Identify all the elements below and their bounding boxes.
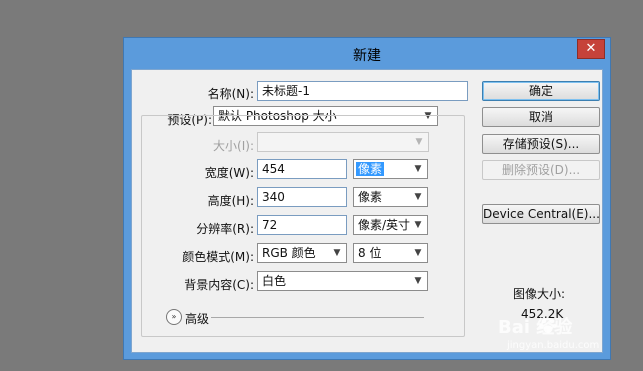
close-icon: ✕ [585,41,597,56]
resolution-label: 分辨率(R): [196,222,254,236]
chevron-down-icon: ▼ [414,220,422,230]
chevron-down-icon: ▼ [414,164,422,174]
name-input[interactable]: 未标题-1 [257,81,468,101]
width-unit-select[interactable]: 像素 ▼ [353,159,428,179]
color-mode-select[interactable]: RGB 颜色 ▼ [257,243,347,263]
height-input[interactable]: 340 [257,187,347,207]
name-label: 名称(N): [207,87,254,101]
bit-depth-select[interactable]: 8 位 ▼ [353,243,428,263]
resolution-unit-select[interactable]: 像素/英寸 ▼ [353,215,428,235]
resolution-input[interactable]: 72 [257,215,347,235]
size-label: 大小(I): [213,139,254,153]
width-label: 宽度(W): [204,166,254,180]
width-unit-value: 像素 [356,162,385,176]
expand-advanced-icon[interactable]: » [166,309,182,325]
advanced-divider [211,317,424,318]
chevron-down-icon: ▼ [414,248,422,258]
background-contents-value: 白色 [262,274,287,288]
color-mode-value: RGB 颜色 [262,246,316,260]
resolution-unit-value: 像素/英寸 [358,218,411,232]
watermark-url: jingyan.baidu.com [507,340,600,351]
save-preset-button[interactable]: 存储预设(S)... [482,134,600,154]
image-size-label: 图像大小: [513,287,566,301]
dialog-title: 新建 [353,48,381,64]
close-button[interactable]: ✕ [577,39,605,59]
height-unit-value: 像素 [358,190,383,204]
bit-depth-value: 8 位 [358,246,382,260]
cancel-button[interactable]: 取消 [482,107,600,127]
width-input[interactable]: 454 [257,159,347,179]
height-label: 高度(H): [207,194,254,208]
delete-preset-button: 删除预设(D)... [482,160,600,180]
chevron-down-icon: ▼ [414,192,422,202]
device-central-button[interactable]: Device Central(E)... [482,204,600,224]
background-contents-label: 背景内容(C): [184,278,254,292]
new-document-dialog: 新建 ✕ 名称(N): 未标题-1 预设(P): 默认 Photoshop 大小… [123,37,611,360]
title-bar[interactable]: 新建 ✕ [124,38,610,69]
size-select: ▼ [257,132,429,152]
chevron-down-icon: ▼ [414,276,422,286]
chevron-down-icon: ▼ [415,137,423,147]
ok-button[interactable]: 确定 [482,81,600,101]
chevron-down-icon: ▼ [333,248,341,258]
dialog-client-area: 名称(N): 未标题-1 预设(P): 默认 Photoshop 大小 ▼ 大小… [131,69,603,353]
color-mode-label: 颜色模式(M): [182,250,254,264]
background-contents-select[interactable]: 白色 ▼ [257,271,428,291]
height-unit-select[interactable]: 像素 ▼ [353,187,428,207]
watermark-brand: Bai 经验 [498,317,573,338]
advanced-label[interactable]: 高级 [185,310,209,327]
